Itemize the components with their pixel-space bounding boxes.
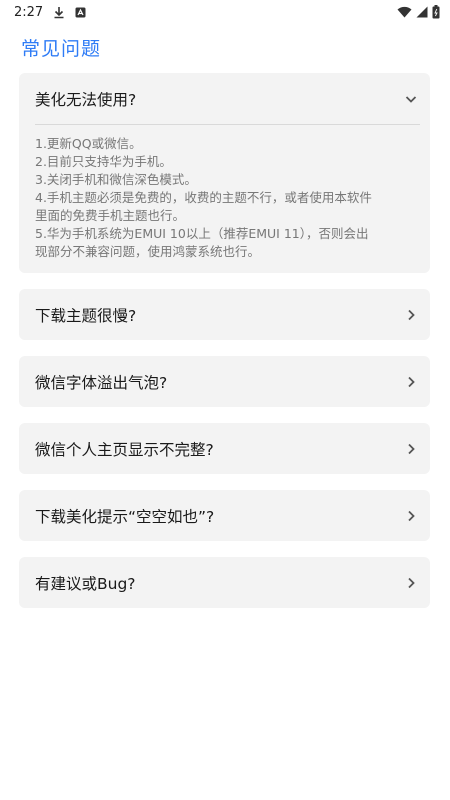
- faq-question-header[interactable]: 下载美化提示“空空如也”?: [19, 490, 430, 541]
- page-title: 常见问题: [21, 38, 102, 60]
- answer-line: 里面的免费手机主题也行。: [35, 208, 186, 223]
- faq-question-header[interactable]: 微信个人主页显示不完整?: [19, 423, 430, 474]
- answer-line: 2.目前只支持华为手机。: [35, 154, 172, 169]
- notification-icon: [75, 7, 86, 18]
- battery-icon: [432, 5, 440, 19]
- chevron-right-icon: [404, 308, 418, 322]
- download-icon: [53, 6, 65, 19]
- faq-item-expanded: 美化无法使用? 1.更新QQ或微信。 2.目前只支持华为手机。 3.关闭手机和微…: [19, 73, 430, 273]
- faq-question-text: 有建议或Bug?: [35, 574, 136, 593]
- answer-line: 5.华为手机系统为EMUI 10以上（推荐EMUI 11），否则会出: [35, 226, 369, 241]
- faq-item[interactable]: 下载美化提示“空空如也”?: [19, 490, 430, 541]
- faq-question-header[interactable]: 有建议或Bug?: [19, 557, 430, 608]
- answer-line: 1.更新QQ或微信。: [35, 136, 142, 151]
- answer-line: 4.手机主题必须是免费的，收费的主题不行，或者使用本软件: [35, 190, 372, 205]
- chevron-right-icon: [404, 375, 418, 389]
- chevron-right-icon: [404, 509, 418, 523]
- faq-item[interactable]: 有建议或Bug?: [19, 557, 430, 608]
- faq-question-text: 微信字体溢出气泡?: [35, 373, 168, 392]
- status-left: 2:27: [14, 5, 86, 20]
- answer-line: 3.关闭手机和微信深色模式。: [35, 172, 197, 187]
- chevron-right-icon: [404, 442, 418, 456]
- faq-question-text: 下载美化提示“空空如也”?: [35, 507, 215, 526]
- signal-icon: [416, 6, 428, 18]
- faq-question-text: 美化无法使用?: [35, 90, 137, 109]
- chevron-down-icon: [404, 92, 418, 106]
- faq-answer: 1.更新QQ或微信。 2.目前只支持华为手机。 3.关闭手机和微信深色模式。 4…: [19, 125, 430, 261]
- faq-question-header[interactable]: 下载主题很慢?: [19, 289, 430, 340]
- faq-list: 美化无法使用? 1.更新QQ或微信。 2.目前只支持华为手机。 3.关闭手机和微…: [19, 73, 430, 624]
- wifi-icon: [397, 6, 412, 18]
- faq-question-text: 微信个人主页显示不完整?: [35, 440, 214, 459]
- faq-question-header[interactable]: 美化无法使用?: [19, 73, 430, 124]
- chevron-right-icon: [404, 576, 418, 590]
- status-bar: 2:27: [0, 0, 450, 24]
- faq-item[interactable]: 下载主题很慢?: [19, 289, 430, 340]
- answer-line: 现部分不兼容问题，使用鸿蒙系统也行。: [35, 244, 261, 259]
- faq-item[interactable]: 微信个人主页显示不完整?: [19, 423, 430, 474]
- status-right: [397, 5, 440, 19]
- faq-question-header[interactable]: 微信字体溢出气泡?: [19, 356, 430, 407]
- faq-question-text: 下载主题很慢?: [35, 306, 137, 325]
- faq-item[interactable]: 微信字体溢出气泡?: [19, 356, 430, 407]
- status-time: 2:27: [14, 4, 44, 20]
